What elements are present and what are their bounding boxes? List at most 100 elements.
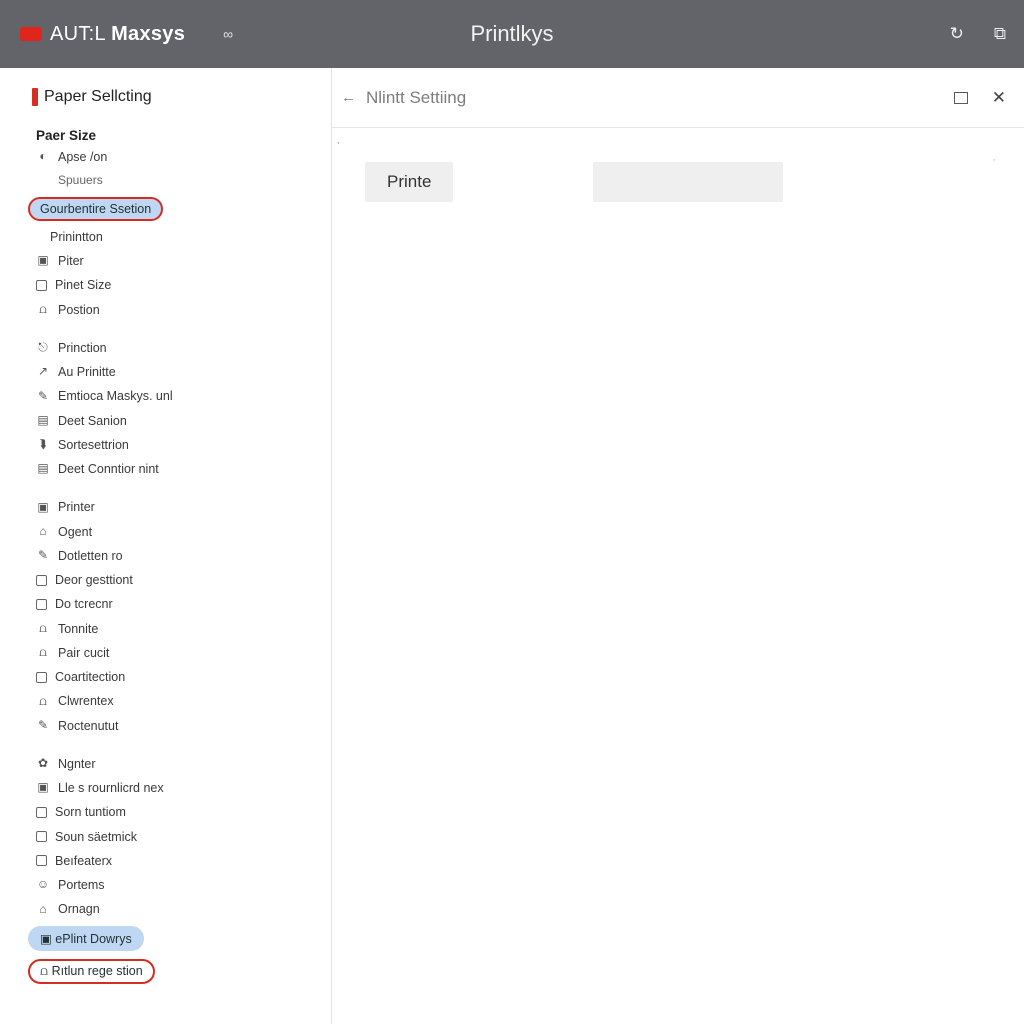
link-icon[interactable]: ∞ [223,26,233,42]
sidebar-item-lle-rournlicrd[interactable]: ▣Lle s rournlicrd nex [10,776,331,800]
sidebar-item-au-prinitte[interactable]: ↗Au Prinitte [10,360,331,384]
sidebar-item-label: Sorn tuntiom [55,804,126,820]
checkbox-icon [36,575,47,586]
maximize-icon[interactable] [954,92,968,104]
sidebar-item-postion[interactable]: ⩍Postion [10,298,331,322]
group-paer-size: Paer Size [10,114,331,145]
sidebar-item-label: Dotletten ro [58,548,123,564]
sidebar-item-deet-sanion[interactable]: ▤ Deet Sanion [10,409,331,433]
sidebar-pill-eplint[interactable]: ▣ ePlint Dowrys [28,926,144,951]
sidebar-item-do-tcrecnr[interactable]: Do tcrecnr [10,592,331,616]
titlebar: AUT:L Maxsys ∞ Printlkys ↻ ⧉ [0,0,1024,68]
corner-dot-icon: · [992,154,996,166]
sidebar-item-sorn-tuntiom[interactable]: Sorn tuntiom [10,800,331,824]
sidebar-item-apse-on[interactable]: ◐ Apse /on [10,145,331,169]
sidebar-item-label: Tonnite [58,621,98,637]
sidebar-item-roctenutut[interactable]: ✎ Roctenutut [10,714,331,738]
sidebar-item-label: Spuuers [58,173,103,189]
doc-icon: ▣ [40,932,52,946]
brand: AUT:L Maxsys ∞ [20,23,233,46]
sidebar-header-label: Paper Sellcting [44,88,152,106]
sidebar-item-label: Prinintton [50,229,103,245]
refresh-icon[interactable]: ↻ [950,24,964,44]
content-pane: ← Nlintt Settiing ✕ ‵ · Printe [322,68,1024,1024]
checkbox-icon [36,672,47,683]
sidebar-item-label: Apse /on [58,149,107,165]
checkbox-icon [36,831,47,842]
sidebar-pill-selected[interactable]: Gourbentire Ssetion [28,197,163,221]
content-title: Nlintt Settiing [366,88,466,108]
sidebar-item-sortesettrion[interactable]: ⮯Sortesettrion [10,433,331,457]
sidebar-item-label: Coartitection [55,669,125,685]
sidebar-item-emtioca[interactable]: ✎Emtioca Maskys. unl [10,384,331,408]
sidebar-item-portems[interactable]: ☺ Portems [10,873,331,897]
home-icon: ⌂ [36,902,50,918]
sidebar-item-coartitection[interactable]: Coartitection [10,665,331,689]
sidebar-item-tonnite[interactable]: ⩍Tonnite [10,617,331,641]
titlebar-actions: ↻ ⧉ [950,24,1006,44]
doc-icon: ▤ [36,461,50,477]
checkbox-icon [36,855,47,866]
sidebar-item-spuuers[interactable]: Spuuers [10,169,331,193]
pill-label: Rıtlun rege stion [52,964,143,978]
sidebar-item-prinction[interactable]: ⎋Prinction [10,336,331,360]
sidebar-item-dotletten[interactable]: ✎ Dotletten ro [10,544,331,568]
page-title: Printlkys [470,21,553,47]
bullet-icon: ◐ [36,149,50,165]
position-icon: ⩍ [36,302,50,318]
sidebar-item-prinintton[interactable]: Prinintton [10,225,331,249]
sidebar-item-pinet-size[interactable]: Pinet Size [10,273,331,297]
sidebar-item-deet-conntior[interactable]: ▤ Deet Conntior nint [10,457,331,481]
sidebar-item-label: Soun säetmick [55,829,137,845]
layers-icon[interactable]: ⧉ [994,24,1006,44]
sidebar-item-label: Pinet Size [55,277,111,293]
sidebar-item-label: Ornagn [58,901,100,917]
sidebar-item-piter[interactable]: ▣Piter [10,249,331,273]
sidebar-item-label: Clwrentex [58,693,114,709]
doc-icon: ▤ [36,413,50,429]
pill-label: ePlint Dowrys [55,932,131,946]
sidebar-item-ornagn[interactable]: ⌂ Ornagn [10,897,331,921]
sidebar-item-label: Deor gesttiont [55,572,133,588]
printe-value-field[interactable] [593,162,783,202]
section-marker-icon [32,88,38,106]
sidebar-item-pair-cucit[interactable]: ⩍Pair cucit [10,641,331,665]
sidebar-item-label: Roctenutut [58,718,118,734]
pencil-icon: ✎ [36,548,50,564]
region-icon: ⩍ [40,964,48,978]
sidebar-item-label: Printer [58,499,95,515]
sidebar-item-label: Sortesettrion [58,437,129,453]
sidebar-item-ngnter[interactable]: ✿ Ngnter [10,752,331,776]
brand-pre: AUT:L [50,23,111,45]
sidebar-pill-ritlun[interactable]: ⩍ Rıtlun rege stion [28,959,155,984]
content-body: ‵ · Printe [323,128,1024,1024]
sidebar-item-label: Do tcrecnr [55,596,113,612]
close-icon[interactable]: ✕ [992,88,1006,108]
sidebar-item-label: Beıfeaterx [55,853,112,869]
sidebar-item-ogent[interactable]: ⌂Ogent [10,520,331,544]
face-icon: ☺ [36,877,50,893]
printe-label: Printe [365,162,453,202]
sidebar-item-deor-gesttiont[interactable]: Deor gesttiont [10,568,331,592]
back-arrow-icon[interactable]: ← [341,89,356,106]
sidebar-item-label: Deet Sanion [58,413,127,429]
print-icon: ⎋ [36,340,50,356]
pencil-icon: ✎ [36,718,50,734]
body: Paper Sellcting Paer Size ◐ Apse /on Spuu… [0,68,1024,1024]
arrow-icon: ↗ [36,364,50,380]
sidebar-item-label: Piter [58,253,84,269]
sidebar-item-beifeaterx[interactable]: Beıfeaterx [10,849,331,873]
sidebar-item-printer[interactable]: ▣Printer [10,495,331,519]
sidebar-item-soun-saetmick[interactable]: Soun säetmick [10,825,331,849]
doc-icon: ▣ [36,780,50,796]
flower-icon: ✿ [36,756,50,772]
sidebar-item-label: Portems [58,877,105,893]
sidebar-item-label: Emtioca Maskys. unl [58,388,173,404]
sidebar-item-label: Ngnter [58,756,96,772]
printe-row: Printe [365,162,1002,202]
brand-bold: Maxsys [111,23,185,45]
sidebar-item-label: Pair cucit [58,645,109,661]
sidebar-item-label: Deet Conntior nint [58,461,159,477]
content-header: ← Nlintt Settiing ✕ [323,68,1024,128]
sidebar-item-clwrentex[interactable]: ⩍Clwrentex [10,689,331,713]
